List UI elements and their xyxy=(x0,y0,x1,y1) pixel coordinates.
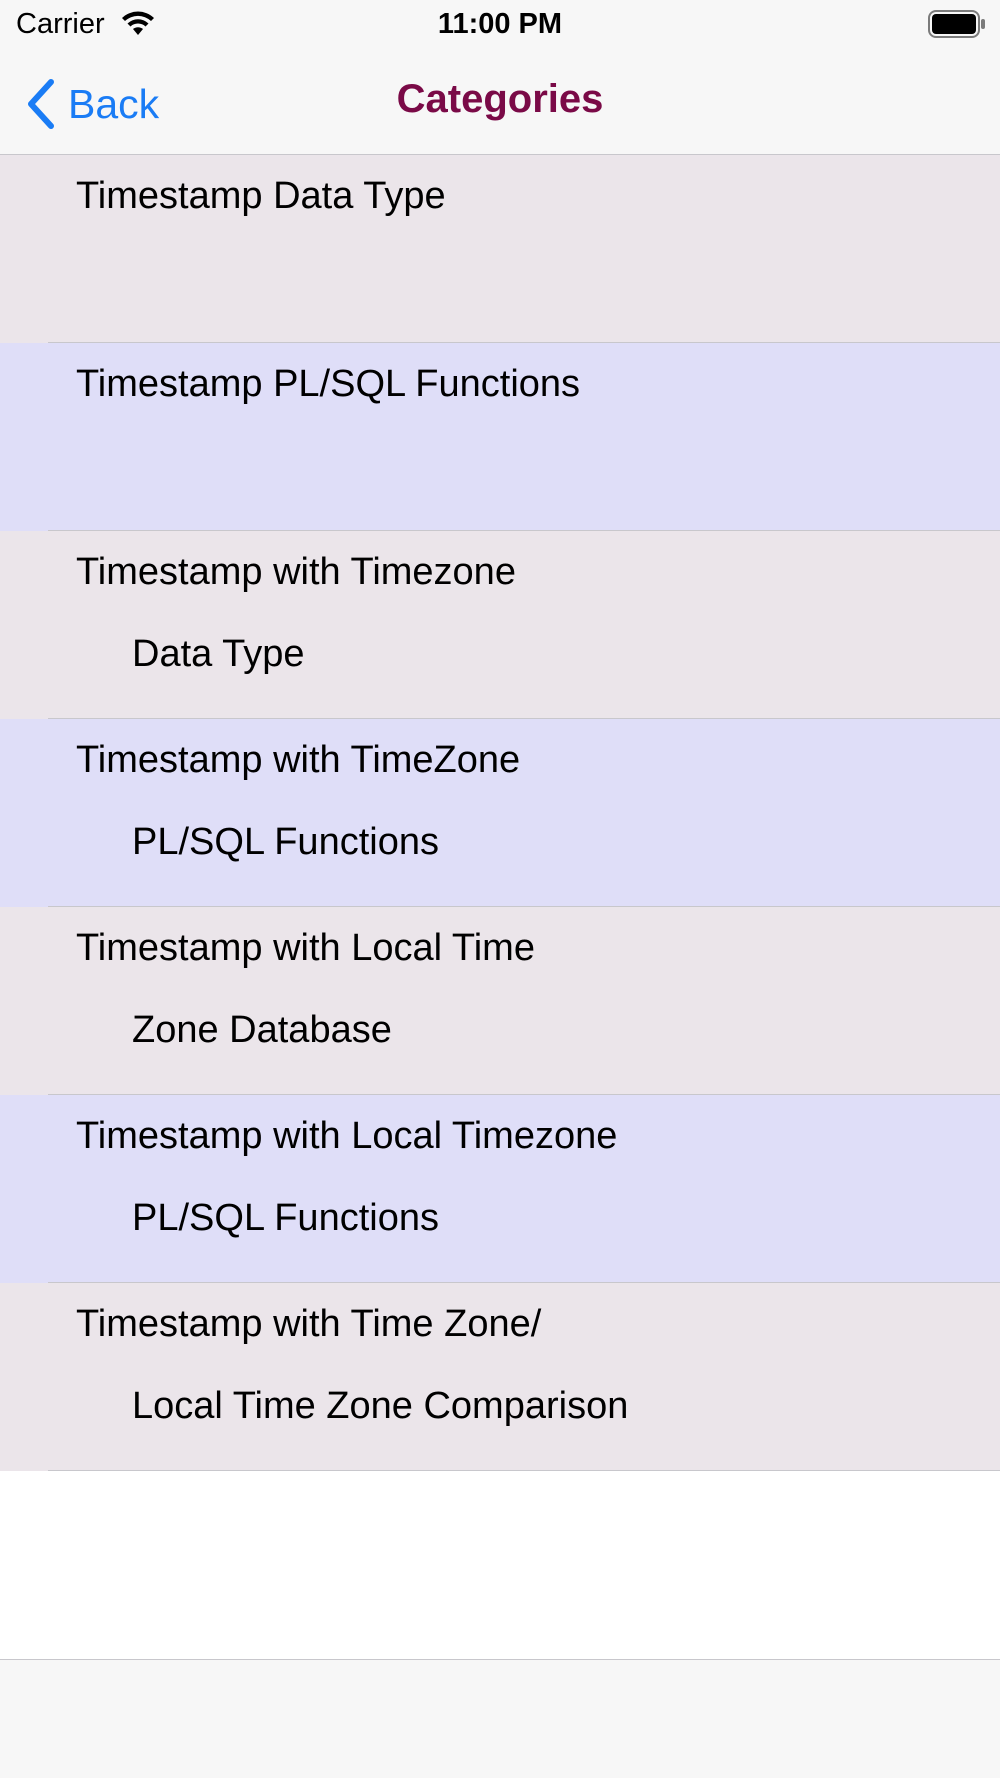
bottom-toolbar xyxy=(0,1659,1000,1778)
category-title: Timestamp Data Type xyxy=(76,175,446,217)
category-subtitle: Local Time Zone Comparison xyxy=(132,1385,629,1427)
separator-inset xyxy=(0,1470,48,1471)
category-title: Timestamp with Local Timezone xyxy=(76,1115,618,1157)
page-title: Categories xyxy=(396,77,604,121)
navigation-bar: Back Categories xyxy=(0,52,1000,155)
category-title: Timestamp PL/SQL Functions xyxy=(76,363,581,405)
category-subtitle: PL/SQL Functions xyxy=(132,1197,439,1239)
categories-table: Timestamp Data Type Timestamp PL/SQL Fun… xyxy=(0,155,1000,1471)
category-title: Timestamp with TimeZone xyxy=(76,739,521,781)
category-title: Timestamp with Local Time xyxy=(76,927,535,969)
category-subtitle: Zone Database xyxy=(132,1009,392,1051)
category-row-timestamp-with-local-timezone-plsql-functions[interactable]: Timestamp with Local Timezone PL/SQL Fun… xyxy=(0,1095,1000,1283)
screen: Carrier 11:00 PM Back Categories Timesta… xyxy=(0,0,1000,1778)
category-row-time-zone-comparison[interactable]: Timestamp with Time Zone/ Local Time Zon… xyxy=(0,1283,1000,1471)
category-row-timestamp-plsql-functions[interactable]: Timestamp PL/SQL Functions xyxy=(0,343,1000,531)
category-row-timestamp-with-local-time-zone-database[interactable]: Timestamp with Local Time Zone Database xyxy=(0,907,1000,1095)
category-subtitle: Data Type xyxy=(132,633,305,675)
category-title: Timestamp with Time Zone/ xyxy=(76,1303,542,1345)
status-time: 11:00 PM xyxy=(437,8,563,40)
category-row-timestamp-data-type[interactable]: Timestamp Data Type xyxy=(0,155,1000,343)
status-bar: Carrier 11:00 PM xyxy=(0,0,1000,52)
category-subtitle: PL/SQL Functions xyxy=(132,821,439,863)
battery-icon xyxy=(928,10,985,38)
category-title: Timestamp with Timezone xyxy=(76,551,516,593)
category-row-timestamp-with-timezone-plsql-functions[interactable]: Timestamp with TimeZone PL/SQL Functions xyxy=(0,719,1000,907)
category-row-timestamp-with-timezone-data-type[interactable]: Timestamp with Timezone Data Type xyxy=(0,531,1000,719)
